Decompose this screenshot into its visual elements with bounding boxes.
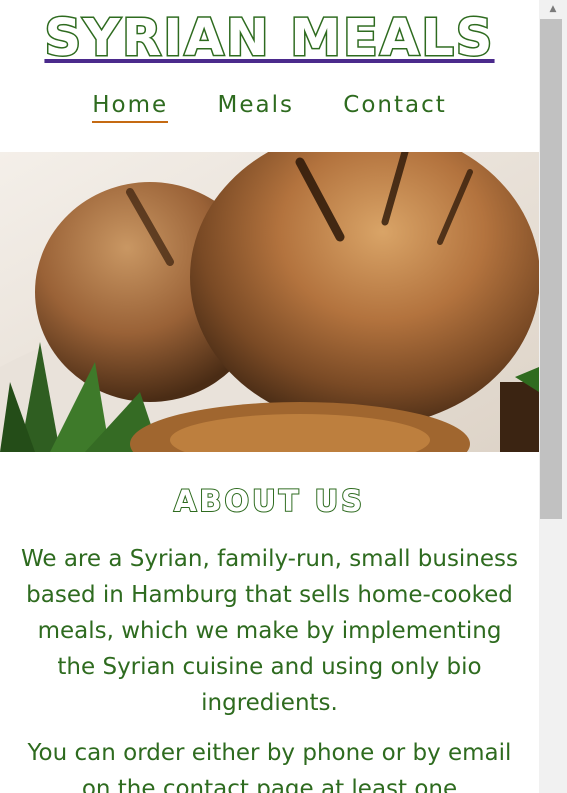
ordering-paragraph: You can order either by phone or by emai… [27,740,512,793]
food-photo-icon [0,152,539,452]
main-nav: Home Meals Contact [0,92,539,123]
site-title-link[interactable]: SYRIAN MEALS [43,8,494,70]
page-viewport: SYRIAN MEALS Home Meals Contact ABOUT US… [0,0,539,793]
scroll-up-icon[interactable]: ▲ [539,0,567,18]
hero-image [0,152,539,452]
vertical-scrollbar[interactable]: ▲ [539,0,567,793]
nav-item-home[interactable]: Home [92,92,169,123]
site-header: SYRIAN MEALS [0,8,539,70]
nav-item-contact[interactable]: Contact [343,92,446,121]
about-title: ABOUT US [173,483,366,519]
about-paragraph: We are a Syrian, family-run, small busin… [20,546,519,716]
scroll-thumb[interactable] [540,19,562,519]
nav-item-meals[interactable]: Meals [217,92,293,121]
